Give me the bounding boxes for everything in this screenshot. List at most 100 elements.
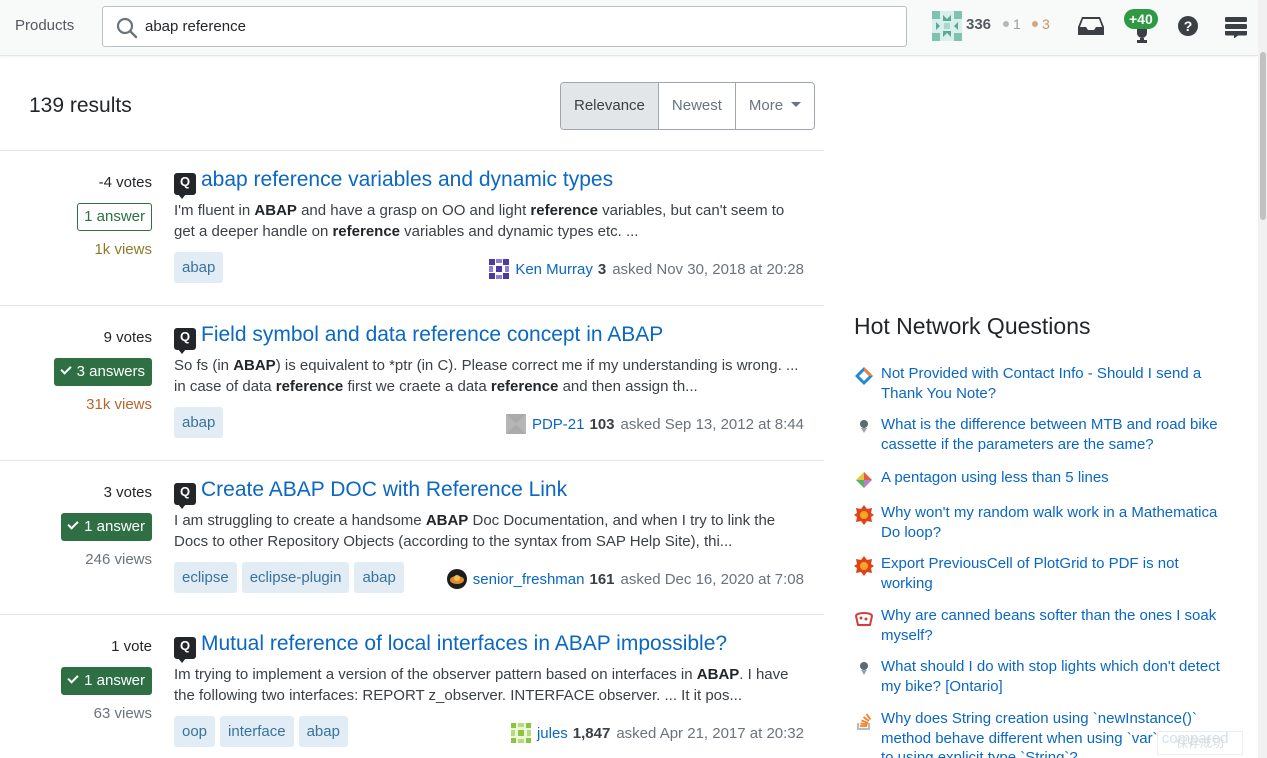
mathematica-icon <box>854 556 874 576</box>
hot-question-link[interactable]: What is the difference between MTB and r… <box>881 415 1231 454</box>
sort-more-label: More <box>748 97 784 114</box>
tag-abap[interactable]: abap <box>174 407 224 438</box>
tag-list: abap <box>174 252 224 283</box>
tag-eclipse-plugin[interactable]: eclipse-plugin <box>241 562 350 593</box>
puzzling-icon <box>856 472 872 488</box>
hot-question-link[interactable]: What should I do with stop lights which … <box>881 657 1231 696</box>
user-avatar[interactable] <box>446 569 467 589</box>
caret-down-icon <box>791 102 802 107</box>
tag-abap[interactable]: abap <box>354 562 404 593</box>
question-title-link[interactable]: Field symbol and data reference concept … <box>201 323 663 347</box>
user-reputation: 1,847 <box>572 724 611 742</box>
question-summary: 3 votes 1 answer 246 views Q Create ABAP… <box>0 460 824 615</box>
sort-more-button[interactable]: More <box>735 83 815 129</box>
user-reputation: 103 <box>589 415 615 433</box>
vote-count: 3 votes <box>103 484 152 501</box>
question-icon: Q <box>174 637 196 663</box>
reputation-score[interactable]: 336 <box>966 16 991 33</box>
question-excerpt: Im trying to implement a version of the … <box>174 666 789 704</box>
question-icon: Q <box>174 483 196 509</box>
view-count: 246 views <box>85 551 152 568</box>
bronze-badge-count: 3 <box>1042 16 1050 32</box>
tag-abap[interactable]: abap <box>298 716 348 747</box>
sort-newest-button[interactable]: Newest <box>658 83 736 129</box>
answer-count-label: 1 answer <box>84 518 145 535</box>
view-count: 1k views <box>94 241 152 258</box>
user-name-link[interactable]: PDP-21 <box>532 416 585 433</box>
checkmark-icon <box>67 672 79 684</box>
help-icon[interactable]: ? <box>1177 15 1199 37</box>
hot-question-link[interactable]: Not Provided with Contact Info - Should … <box>881 364 1231 403</box>
answer-count-accepted: 3 answers <box>53 358 152 386</box>
bronze-dot-icon <box>1032 21 1038 27</box>
question-meta: Ken Murray 3 asked Nov 30, 2018 at 20:28 <box>489 259 804 279</box>
asked-date: asked Apr 21, 2017 at 20:32 <box>616 724 804 742</box>
user-avatar[interactable] <box>505 414 526 434</box>
search-input[interactable] <box>145 7 885 46</box>
question-title-link[interactable]: Mutual reference of local interfaces in … <box>201 632 727 656</box>
products-menu[interactable]: Products <box>15 17 74 34</box>
trophy-icon <box>1137 29 1147 43</box>
question-excerpt: So fs (in ABAP) is equivalent to *ptr (i… <box>174 357 799 395</box>
site-switcher-icon[interactable] <box>1224 14 1248 38</box>
answer-count-accepted: 1 answer <box>61 667 152 695</box>
sort-relevance-button[interactable]: Relevance <box>561 83 659 129</box>
user-avatar[interactable] <box>510 723 531 743</box>
user-name-link[interactable]: jules <box>537 725 568 742</box>
question-excerpt: I am struggling to create a handsome ABA… <box>174 512 776 550</box>
search-box[interactable] <box>102 6 907 47</box>
vote-count: 9 votes <box>103 329 152 346</box>
silver-badges: 1 <box>1003 16 1021 32</box>
checkmark-icon <box>67 518 79 530</box>
user-name-link[interactable]: Ken Murray <box>515 261 593 278</box>
stackoverflow-icon <box>857 713 872 730</box>
answer-count-label: 1 answer <box>84 672 145 689</box>
question-summary: -4 votes 1 answer 1k views Q abap refere… <box>0 150 824 305</box>
silver-dot-icon <box>1003 21 1009 27</box>
tag-list: oop interface abap <box>174 716 348 747</box>
asked-date: asked Sep 13, 2012 at 8:44 <box>620 415 804 433</box>
achievements-button[interactable]: +40 <box>1122 9 1162 45</box>
tag-abap[interactable]: abap <box>174 252 224 283</box>
answer-count-accepted: 1 answer <box>61 513 152 541</box>
user-avatar[interactable] <box>932 11 962 41</box>
sort-tabs: Relevance Newest More <box>560 82 816 130</box>
bicycles-icon <box>860 662 868 675</box>
view-count: 31k views <box>86 396 152 413</box>
scrollbar-thumb[interactable] <box>1260 52 1266 220</box>
question-title-link[interactable]: Create ABAP DOC with Reference Link <box>201 478 567 502</box>
tag-oop[interactable]: oop <box>174 716 216 747</box>
user-avatar[interactable] <box>489 259 510 279</box>
user-reputation: 3 <box>597 260 607 278</box>
hot-network-questions-title: Hot Network Questions <box>854 313 1091 339</box>
checkmark-icon <box>59 363 72 375</box>
save-success-toast: 保存成功 <box>1157 731 1243 755</box>
question-meta: senior_freshman 161 asked Dec 16, 2020 a… <box>446 569 804 589</box>
tag-list: abap <box>174 407 224 438</box>
question-summary: 9 votes 3 answers 31k views Q Field symb… <box>0 305 824 460</box>
asked-date: asked Dec 16, 2020 at 7:08 <box>620 570 804 588</box>
question-title-link[interactable]: abap reference variables and dynamic typ… <box>201 168 613 192</box>
results-count: 139 results <box>29 94 132 117</box>
search-icon <box>116 17 138 39</box>
hot-question-link[interactable]: Why are canned beans softer than the one… <box>881 606 1231 645</box>
bicycles-icon <box>860 420 868 433</box>
inbox-icon[interactable] <box>1078 15 1104 37</box>
question-icon: Q <box>174 173 196 199</box>
hot-question-link[interactable]: Why won't my random walk work in a Mathe… <box>881 503 1231 542</box>
question-icon: Q <box>174 328 196 354</box>
silver-badge-count: 1 <box>1013 16 1021 32</box>
hot-question-link[interactable]: Export PreviousCell of PlotGrid to PDF i… <box>881 554 1231 593</box>
question-excerpt: I'm fluent in ABAP and have a grasp on O… <box>174 202 785 240</box>
bronze-badges: 3 <box>1032 16 1050 32</box>
answer-count-label: 3 answers <box>76 363 145 380</box>
answer-count: 1 answer <box>77 203 152 231</box>
mathematica-icon <box>854 505 874 525</box>
vote-count: 1 vote <box>111 638 152 655</box>
hot-question-link[interactable]: A pentagon using less than 5 lines <box>881 468 1231 488</box>
achievements-count: +40 <box>1124 9 1158 29</box>
tag-eclipse[interactable]: eclipse <box>174 562 237 593</box>
cooking-icon <box>854 612 874 626</box>
tag-interface[interactable]: interface <box>220 716 294 747</box>
user-name-link[interactable]: senior_freshman <box>473 571 585 588</box>
